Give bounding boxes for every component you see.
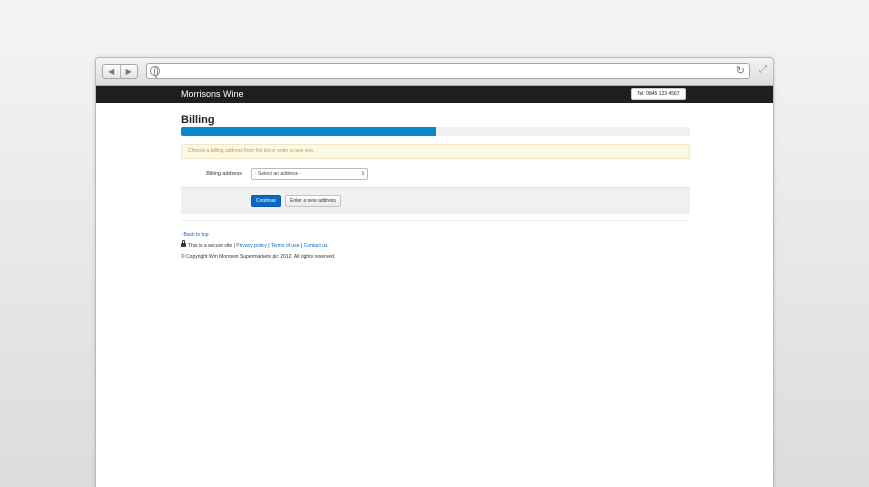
browser-window: ◀ ▶ ↻ ⤢ Morrisons Wine Tel: 0845 123 456… xyxy=(95,57,774,487)
telephone-badge: Tel: 0845 123 4567 xyxy=(631,88,686,100)
contact-us-link[interactable]: Contact us xyxy=(304,243,328,249)
billing-address-label: Billing address xyxy=(206,171,242,177)
continue-button[interactable]: Continue xyxy=(251,195,282,207)
billing-alert: Choose a billing address from the list o… xyxy=(181,144,690,159)
reload-icon[interactable]: ↻ xyxy=(736,64,745,78)
secure-text: This is a secure site | xyxy=(188,243,235,249)
back-to-top-line: ↑Back to top xyxy=(181,230,690,241)
terms-of-use-link[interactable]: Terms of use xyxy=(271,243,300,249)
separator: | xyxy=(268,243,270,249)
site-navbar: Morrisons Wine Tel: 0845 123 4567 xyxy=(96,86,773,103)
expand-icon[interactable]: ⤢ xyxy=(759,64,767,75)
forward-button[interactable]: ▶ xyxy=(119,65,138,78)
back-to-top-label: Back to top xyxy=(183,232,209,238)
page-title: Billing xyxy=(181,114,215,126)
select-caret-icon: ⇕ xyxy=(360,171,365,177)
browser-toolbar: ◀ ▶ ↻ ⤢ xyxy=(96,58,773,86)
billing-address-row: Billing address - Select an address - ⇕ xyxy=(181,167,690,181)
secure-line: This is a secure site | Privacy policy |… xyxy=(181,240,690,252)
back-to-top-link[interactable]: ↑Back to top xyxy=(181,232,209,238)
address-bar[interactable]: ↻ xyxy=(146,63,750,79)
back-button[interactable]: ◀ xyxy=(103,65,120,78)
copyright: © Copyright Wm Morrison Supermarkets plc… xyxy=(181,254,336,260)
privacy-policy-link[interactable]: Privacy policy xyxy=(236,243,267,249)
checkout-progress-bar xyxy=(181,127,690,136)
divider xyxy=(181,220,690,221)
main-content: Billing Choose a billing address from th… xyxy=(181,113,690,263)
brand-link[interactable]: Morrisons Wine xyxy=(181,88,244,101)
form-actions: Continue Enter a new address xyxy=(181,187,690,214)
select-value: - Select an address - xyxy=(255,171,302,177)
lock-icon xyxy=(181,240,186,247)
globe-icon xyxy=(150,66,160,78)
footer: ↑Back to top This is a secure site | Pri… xyxy=(181,230,690,263)
enter-new-address-button[interactable]: Enter a new address xyxy=(285,195,341,207)
billing-address-select[interactable]: - Select an address - ⇕ xyxy=(251,168,368,180)
nav-buttons: ◀ ▶ xyxy=(102,64,138,79)
progress-fill xyxy=(181,127,436,136)
separator: | xyxy=(300,243,303,249)
